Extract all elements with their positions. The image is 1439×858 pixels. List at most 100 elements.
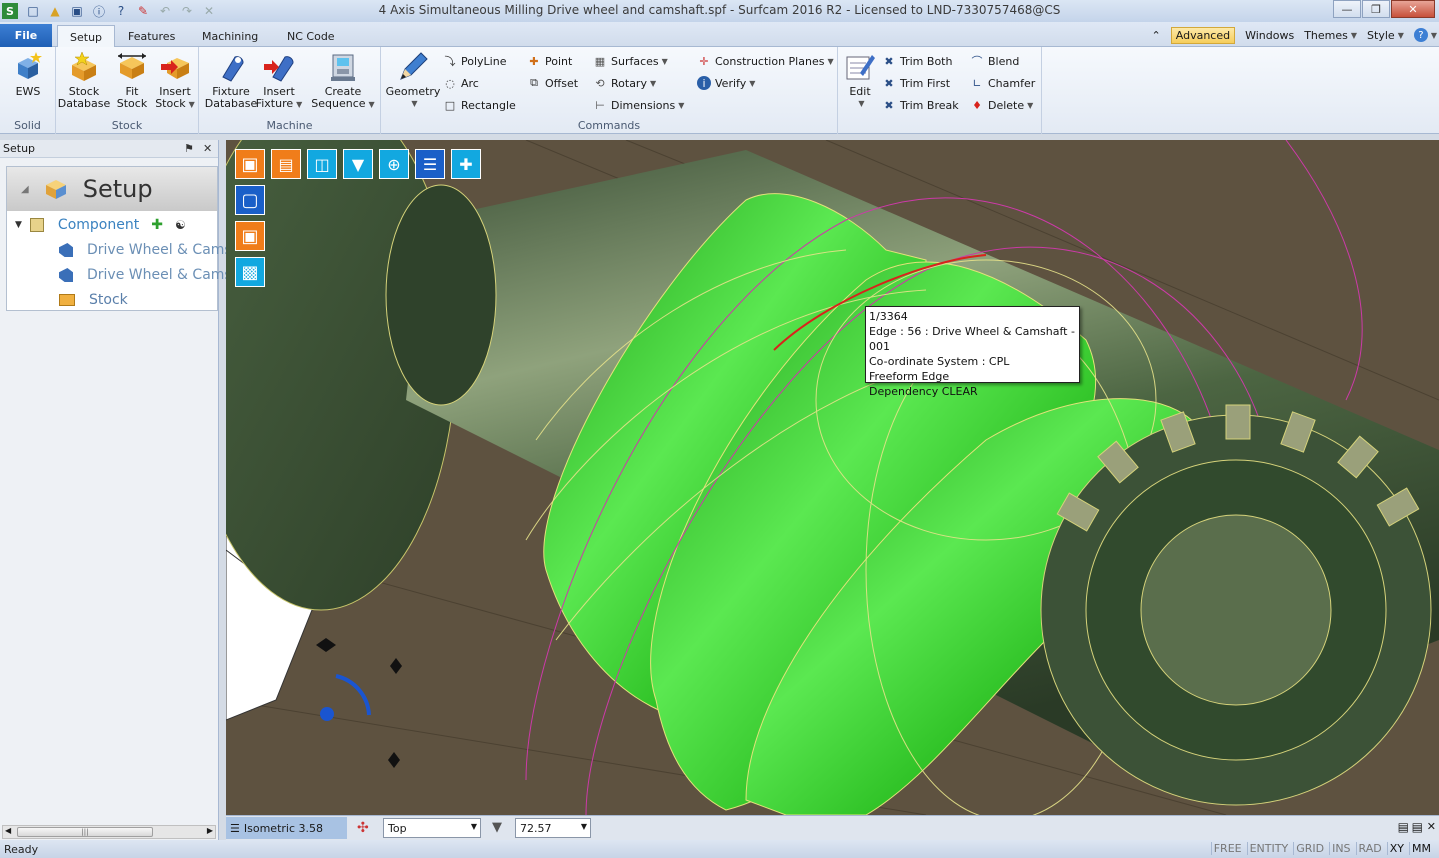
ribbon-right-controls: ⌃ Advanced Windows Themes ▼ Style ▼ ? ▼ — [1142, 25, 1437, 45]
save-icon[interactable]: ▣ — [68, 2, 86, 20]
undo-icon[interactable]: ↶ — [156, 2, 174, 20]
cancel-icon[interactable]: ✕ — [200, 2, 218, 20]
tree-component[interactable]: ▼ Component ✚ ☯ — [15, 214, 186, 236]
edit-button[interactable]: Edit ▼ — [844, 51, 876, 110]
trim-first-button[interactable]: ✖ Trim First — [882, 74, 950, 92]
chamfer-button[interactable]: ∟ Chamfer — [970, 74, 1035, 92]
new-file-icon[interactable]: □ — [24, 2, 42, 20]
add-component-icon[interactable]: ✚ — [151, 217, 163, 233]
tab-nc-code[interactable]: NC Code — [275, 25, 347, 47]
tab-file[interactable]: File — [0, 24, 52, 47]
group-edit: Edit ▼ ✖ Trim Both ✖ Trim First ✖ Trim Brea… — [838, 47, 1042, 134]
info-icon[interactable]: ⓘ — [90, 2, 108, 20]
panel-close-icon[interactable]: ✕ — [203, 142, 212, 155]
tree-header[interactable]: ◢ Setup — [7, 167, 217, 211]
scroll-thumb[interactable]: ||| — [17, 827, 153, 837]
scroll-right-icon[interactable]: ▶ — [207, 826, 213, 835]
fixture-database-line2: Database — [204, 97, 258, 110]
trim-both-button[interactable]: ✖ Trim Both — [882, 52, 952, 70]
flag-rad[interactable]: RAD — [1355, 842, 1384, 855]
view-iso-cube-button[interactable]: ▣ — [235, 149, 265, 179]
minimize-button[interactable]: — — [1333, 0, 1361, 18]
collapse-ribbon-icon[interactable]: ⌃ — [1152, 29, 1161, 42]
component-label: Component — [57, 217, 140, 233]
component-tool-icon[interactable]: ☯ — [175, 218, 186, 232]
construction-planes-button[interactable]: ✛ Construction Planes ▼ — [697, 52, 833, 70]
flag-xy[interactable]: XY — [1386, 842, 1406, 855]
tab-machining[interactable]: Machining — [190, 25, 270, 47]
tool-icon: ▼ — [351, 154, 365, 174]
view-name-field[interactable]: ☰ Isometric 3.58 — [226, 817, 347, 839]
flag-free[interactable]: FREE — [1210, 842, 1244, 855]
paint-icon[interactable]: ✎ — [134, 2, 152, 20]
insert-fixture-button[interactable]: Insert Fixture ▼ — [256, 51, 302, 111]
pin-icon[interactable]: ⚑ — [184, 142, 194, 155]
tree-item-part-2[interactable]: Drive Wheel & Cams — [59, 264, 232, 286]
themes-menu[interactable]: Themes ▼ — [1304, 29, 1357, 42]
viewport-close-icon[interactable]: ✕ — [1427, 820, 1436, 833]
zoom-button[interactable]: ⊕ — [379, 149, 409, 179]
redo-icon[interactable]: ↷ — [178, 2, 196, 20]
fit-stock-button[interactable]: Fit Stock — [112, 51, 152, 110]
transparent-cube-button[interactable]: ▩ — [235, 257, 265, 287]
ews-button[interactable]: EWS — [12, 51, 44, 98]
flag-ins[interactable]: INS — [1329, 842, 1352, 855]
polyline-button[interactable]: ⤵ PolyLine — [443, 52, 507, 70]
stock-database-button[interactable]: Stock Database — [58, 51, 110, 110]
help-tool-icon[interactable]: ? — [112, 2, 130, 20]
surfaces-button[interactable]: ▦ Surfaces ▼ — [593, 52, 668, 70]
style-menu[interactable]: Style ▼ — [1367, 29, 1404, 42]
help-button[interactable]: ? ▼ — [1413, 28, 1437, 42]
geometry-button[interactable]: Geometry ▼ — [386, 51, 440, 110]
flag-entity[interactable]: ENTITY — [1246, 842, 1291, 855]
tool-view-button[interactable]: ▼ — [343, 149, 373, 179]
arc-button[interactable]: ◌ Arc — [443, 74, 479, 92]
setup-machine-button[interactable]: ◫ — [307, 149, 337, 179]
maximize-button[interactable]: ❐ — [1362, 0, 1390, 18]
advanced-mode-button[interactable]: Advanced — [1170, 26, 1236, 44]
trim-break-button[interactable]: ✖ Trim Break — [882, 96, 958, 114]
tab-setup[interactable]: Setup — [57, 25, 116, 48]
cplane-axes-icon[interactable]: ✣ — [357, 820, 369, 836]
rotary-button[interactable]: ⟲ Rotary ▼ — [593, 74, 656, 92]
trim-both-label: Trim Both — [900, 54, 953, 68]
tree-item-stock[interactable]: Stock — [59, 289, 128, 311]
open-folder-icon[interactable]: ▲ — [46, 2, 64, 20]
scroll-left-icon[interactable]: ◀ — [5, 826, 11, 835]
panel-horizontal-scrollbar[interactable]: ◀ ||| ▶ — [2, 825, 216, 839]
rectangle-button[interactable]: □ Rectangle — [443, 96, 516, 114]
flag-mm[interactable]: MM — [1409, 842, 1433, 855]
zoom-tool-icon[interactable]: ▼ — [492, 820, 502, 835]
part-label-1: Drive Wheel & Cams — [87, 242, 232, 258]
insert-stock-button[interactable]: Insert Stock ▼ — [154, 51, 196, 111]
rotary-icon: ⟲ — [595, 76, 605, 90]
create-sequence-button[interactable]: Create Sequence ▼ — [311, 51, 375, 111]
3d-viewport[interactable]: ▣ ▤ ◫ ▼ ⊕ ☰ ✚ ▢ ▣ ▩ 1/3364 Edge : 56 : D… — [226, 140, 1439, 815]
shaded-cube-button[interactable]: ▣ — [235, 221, 265, 251]
wireframe-cube-button[interactable]: ▢ — [235, 185, 265, 215]
plane-select[interactable]: Top ▼ — [383, 818, 481, 838]
expand-arrow-icon[interactable]: ▼ — [15, 220, 22, 230]
tab-features[interactable]: Features — [116, 25, 187, 47]
flag-grid[interactable]: GRID — [1293, 842, 1326, 855]
point-button[interactable]: ✚ Point — [527, 52, 572, 70]
rotation-gizmo-dot[interactable] — [320, 707, 334, 721]
fixture-database-button[interactable]: Fixture Database — [204, 51, 258, 110]
machine-view-button[interactable]: ▤ — [271, 149, 301, 179]
windows-menu[interactable]: Windows — [1245, 29, 1294, 42]
blend-button[interactable]: ⌒ Blend — [970, 52, 1020, 70]
dimensions-button[interactable]: ⊢ Dimensions ▼ — [593, 96, 684, 114]
cascade-windows-icon[interactable]: ▤ — [1412, 820, 1423, 834]
verify-button[interactable]: i Verify ▼ — [697, 74, 755, 92]
delete-button[interactable]: ♦ Delete ▼ — [970, 96, 1033, 114]
list-view-button[interactable]: ☰ — [415, 149, 445, 179]
tooltip-line-1: 1/3364 — [869, 310, 908, 323]
app-logo-icon[interactable]: S — [2, 3, 18, 19]
tile-windows-icon[interactable]: ▤ — [1398, 820, 1409, 834]
cross-section-button[interactable]: ✚ — [451, 149, 481, 179]
zoom-select[interactable]: 72.57 ▼ — [515, 818, 591, 838]
tree-item-part-1[interactable]: Drive Wheel & Cams — [59, 239, 232, 261]
close-button[interactable]: ✕ — [1391, 0, 1435, 18]
collapse-arrow-icon[interactable]: ◢ — [21, 184, 29, 195]
offset-button[interactable]: ⧉ Offset — [527, 74, 578, 92]
